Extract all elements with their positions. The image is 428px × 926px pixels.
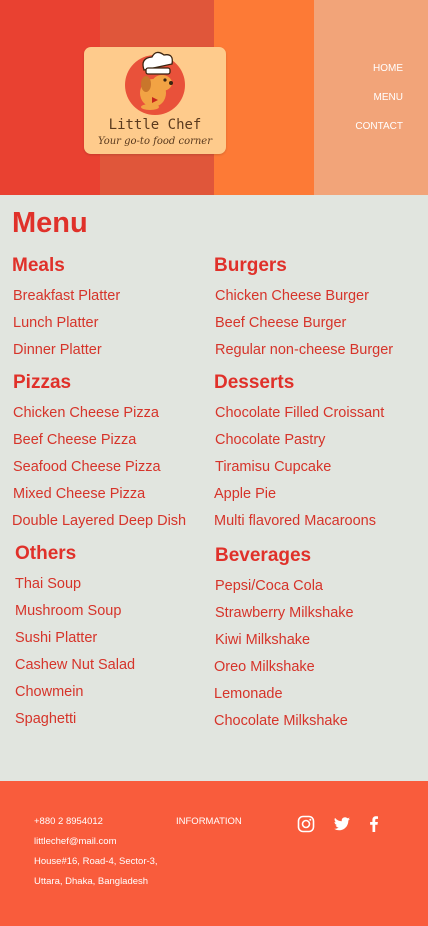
menu-item[interactable]: Oreo Milkshake [214, 659, 315, 675]
page-title: Menu [12, 207, 88, 239]
menu-item[interactable]: Lunch Platter [13, 315, 98, 331]
footer-email: littlechef@mail.com [34, 836, 117, 847]
menu-item[interactable]: Cashew Nut Salad [15, 657, 135, 673]
footer-address-line2: Uttara, Dhaka, Bangladesh [34, 876, 149, 887]
nav-home-link[interactable]: HOME [355, 62, 403, 91]
footer: +880 2 8954012 littlechef@mail.com House… [0, 781, 428, 926]
menu-item[interactable]: Chowmein [15, 684, 84, 700]
main-nav: HOME MENU CONTACT [355, 62, 403, 149]
menu-item[interactable]: Seafood Cheese Pizza [13, 459, 161, 475]
footer-address-line1: House#16, Road-4, Sector-3, [34, 856, 158, 867]
category-title-pizzas: Pizzas [13, 372, 72, 393]
menu-item[interactable]: Spaghetti [15, 711, 76, 727]
menu-item[interactable]: Pepsi/Coca Cola [215, 578, 323, 594]
menu-item[interactable]: Regular non-cheese Burger [215, 342, 393, 358]
brand-tagline: Your go-to food corner [97, 136, 213, 147]
logo[interactable]: Little Chef Your go-to food corner [84, 47, 226, 154]
menu-item[interactable]: Breakfast Platter [13, 288, 120, 304]
category-title-others: Others [15, 543, 77, 564]
twitter-icon[interactable] [333, 815, 351, 833]
nav-menu-link[interactable]: MENU [355, 91, 403, 120]
instagram-icon[interactable] [297, 815, 315, 833]
menu-item[interactable]: Chocolate Filled Croissant [215, 405, 384, 421]
menu-item[interactable]: Lemonade [214, 686, 283, 702]
menu-item[interactable]: Thai Soup [15, 576, 81, 592]
facebook-icon[interactable] [365, 815, 383, 833]
header: Little Chef Your go-to food corner HOME … [0, 0, 428, 195]
menu-item[interactable]: Chicken Cheese Pizza [13, 405, 159, 421]
brand-name: Little Chef [108, 117, 202, 133]
footer-information-link[interactable]: INFORMATION [176, 816, 242, 827]
menu-item[interactable]: Kiwi Milkshake [215, 632, 310, 648]
menu-item[interactable]: Mushroom Soup [15, 603, 121, 619]
category-title-burgers: Burgers [214, 255, 287, 276]
menu-item[interactable]: Beef Cheese Pizza [13, 432, 136, 448]
menu-item[interactable]: Chocolate Milkshake [214, 713, 348, 729]
menu-item[interactable]: Double Layered Deep Dish [12, 513, 186, 529]
menu-item[interactable]: Chicken Cheese Burger [215, 288, 369, 304]
chef-dog-icon [125, 51, 185, 115]
menu-item[interactable]: Apple Pie [214, 486, 276, 502]
menu-item[interactable]: Tiramisu Cupcake [215, 459, 331, 475]
menu-item[interactable]: Dinner Platter [13, 342, 102, 358]
menu-item[interactable]: Mixed Cheese Pizza [13, 486, 145, 502]
menu-item[interactable]: Sushi Platter [15, 630, 97, 646]
menu-item[interactable]: Chocolate Pastry [215, 432, 325, 448]
nav-contact-link[interactable]: CONTACT [355, 120, 403, 149]
menu-item[interactable]: Beef Cheese Burger [215, 315, 346, 331]
menu-item[interactable]: Strawberry Milkshake [215, 605, 354, 621]
category-title-meals: Meals [12, 255, 65, 276]
menu-item[interactable]: Multi flavored Macaroons [214, 513, 376, 529]
header-stripe [214, 0, 314, 195]
footer-phone: +880 2 8954012 [34, 816, 103, 827]
category-title-desserts: Desserts [214, 372, 295, 393]
category-title-beverages: Beverages [215, 545, 312, 566]
